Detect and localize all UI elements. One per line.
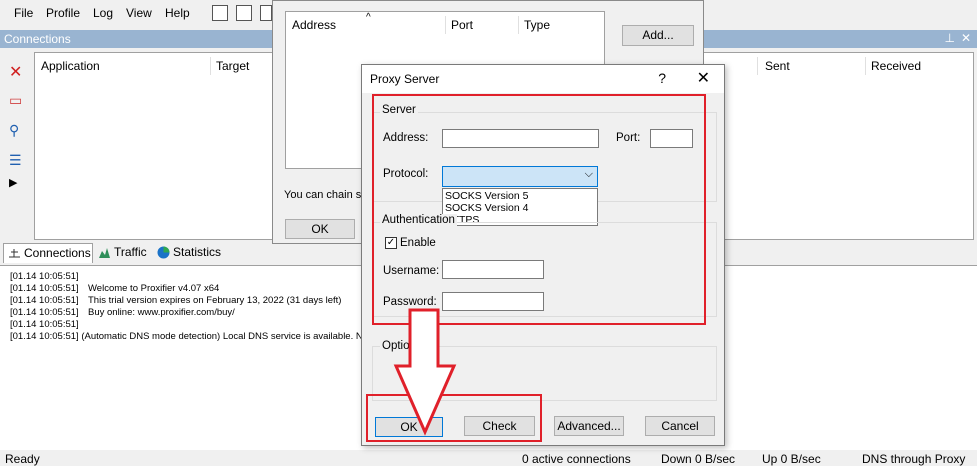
column-target[interactable]: Target: [216, 59, 249, 73]
add-button[interactable]: Add...: [622, 25, 694, 46]
connections-title: Connections: [4, 32, 71, 46]
status-bar: Ready 0 active connections Down 0 B/sec …: [0, 450, 977, 466]
cancel-button[interactable]: Cancel: [645, 416, 715, 436]
column-address[interactable]: Address: [292, 18, 336, 32]
status-down: Down 0 B/sec: [661, 452, 736, 466]
tab-traffic-label: Traffic: [114, 245, 147, 259]
menu-help[interactable]: Help: [165, 6, 190, 20]
tab-connections-label: Connections: [24, 246, 91, 260]
chain-text: You can chain se: [284, 189, 368, 201]
tab-connections[interactable]: Connections: [3, 243, 93, 263]
down-arrow-icon: [393, 308, 457, 436]
expand-arrow-icon[interactable]: ▶: [9, 176, 17, 189]
status-active-connections: 0 active connections: [522, 452, 631, 466]
find-icon[interactable]: ⚲: [9, 122, 19, 139]
column-application[interactable]: Application: [41, 59, 100, 73]
proxy-dialog-title: Proxy Server: [370, 72, 440, 86]
close-all-icon[interactable]: ▭: [9, 92, 22, 109]
advanced-button[interactable]: Advanced...: [554, 416, 624, 436]
back-ok-button[interactable]: OK: [285, 219, 355, 239]
traffic-icon: [99, 248, 110, 258]
menu-view[interactable]: View: [126, 6, 152, 20]
connections-toolbar: ✕ ▭ ⚲ ☰ ▶: [0, 48, 34, 242]
status-dns: DNS through Proxy: [862, 452, 966, 466]
sort-arrow-icon: ^: [366, 12, 371, 23]
proxy-servers-icon[interactable]: [212, 5, 228, 21]
column-port[interactable]: Port: [451, 18, 473, 32]
server-highlight-box: [372, 94, 706, 325]
close-icon[interactable]: ✕: [697, 68, 710, 88]
close-panel-icon[interactable]: ✕: [961, 31, 971, 45]
pin-icon[interactable]: ⊥: [945, 31, 955, 45]
statistics-icon: [157, 246, 170, 259]
name-resolution-icon[interactable]: [260, 5, 272, 21]
close-connection-icon[interactable]: ✕: [9, 62, 22, 82]
column-sent[interactable]: Sent: [765, 59, 790, 73]
tab-statistics-label: Statistics: [173, 245, 222, 259]
connections-icon: [9, 249, 20, 258]
status-ready: Ready: [5, 452, 40, 466]
tab-traffic[interactable]: Traffic: [94, 243, 152, 263]
tab-statistics[interactable]: Statistics: [153, 243, 221, 263]
column-type[interactable]: Type: [524, 18, 550, 32]
menu-file[interactable]: File: [14, 6, 33, 20]
status-up: Up 0 B/sec: [762, 452, 821, 466]
help-icon[interactable]: ?: [658, 70, 666, 86]
menu-log[interactable]: Log: [93, 6, 113, 20]
menu-profile[interactable]: Profile: [46, 6, 80, 20]
column-received[interactable]: Received: [871, 59, 921, 73]
proxy-dialog-title-bar: Proxy Server ? ✕: [362, 65, 724, 93]
proxification-rules-icon[interactable]: [236, 5, 252, 21]
list-view-icon[interactable]: ☰: [9, 152, 22, 169]
